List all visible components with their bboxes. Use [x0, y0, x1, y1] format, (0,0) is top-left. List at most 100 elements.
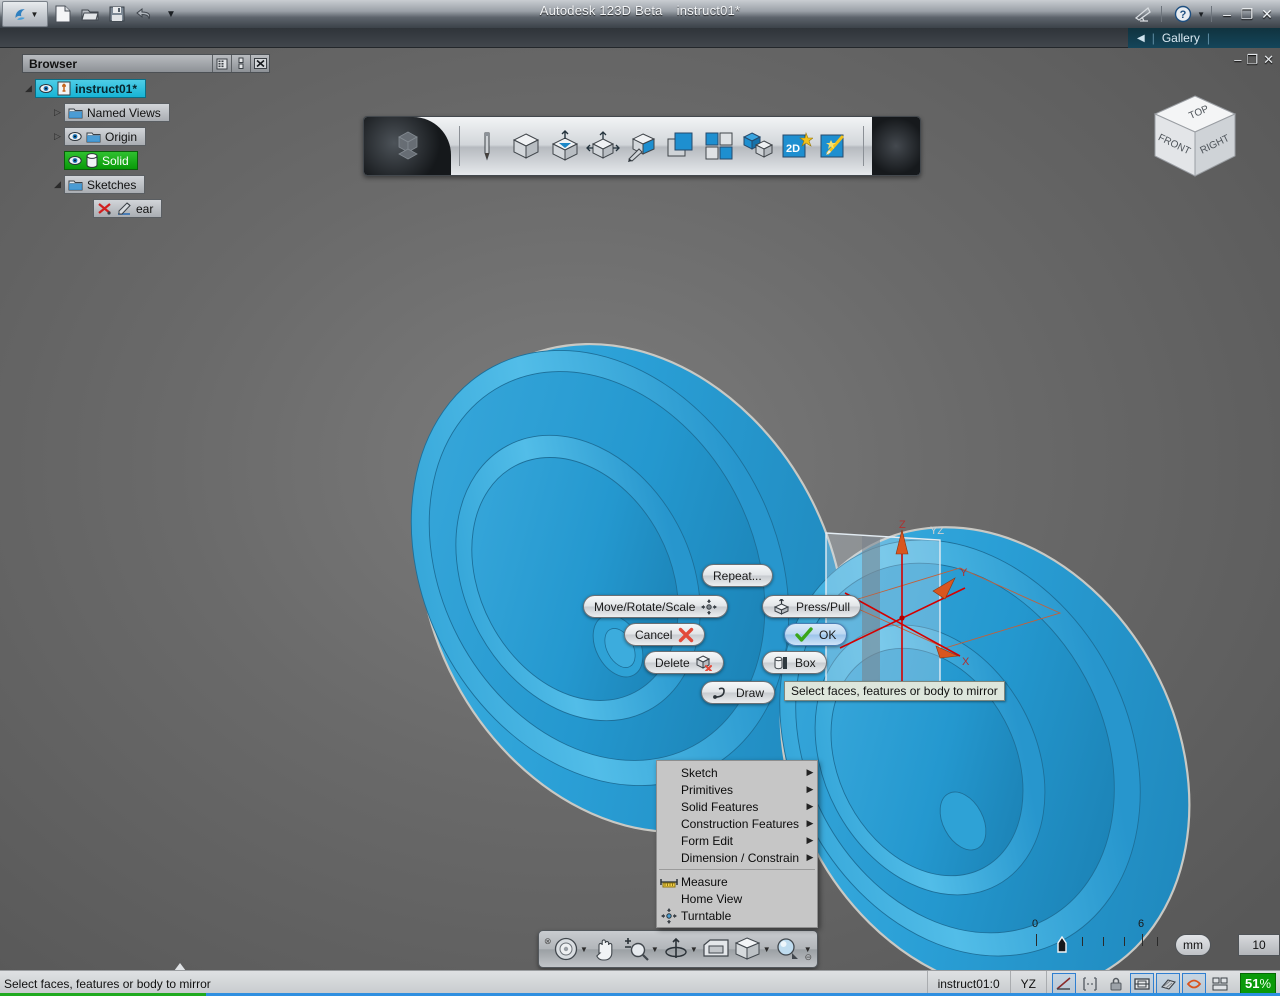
close-button[interactable]: ✕ [1258, 6, 1276, 23]
viewport-minimize-button[interactable]: – [1234, 52, 1241, 68]
2d-drawing-tool[interactable]: 2D [777, 124, 816, 168]
solid-features-tool[interactable] [545, 124, 584, 168]
restore-button[interactable]: ❐ [1238, 6, 1256, 23]
smart-tool[interactable] [816, 124, 855, 168]
move-rotate-scale-button[interactable]: Move/Rotate/Scale [583, 595, 729, 618]
combine-tool[interactable] [661, 124, 700, 168]
help-chevron-down-icon[interactable]: ▼ [1197, 10, 1205, 19]
viewport-scroll-nub[interactable] [130, 961, 230, 970]
tree-item-sketches-label[interactable]: Sketches [64, 175, 146, 194]
tree-twisty-icon[interactable]: ▷ [51, 107, 64, 118]
zoom-button[interactable]: ▼ [622, 936, 659, 962]
ruler-slider-handle[interactable] [1056, 936, 1068, 954]
title-bar: ▼ ▼ Autodesk 123D Beta instruct01* ? ▼ –… [0, 0, 1280, 28]
gallery-label[interactable]: Gallery [1162, 31, 1200, 45]
undo-button[interactable] [132, 2, 156, 26]
new-button[interactable] [51, 2, 75, 26]
chevron-down-icon[interactable]: ▼ [763, 945, 771, 954]
cancel-button[interactable]: Cancel [624, 623, 706, 646]
ruler-gridsize-field[interactable]: 10 [1238, 934, 1280, 956]
tree-item-named-views[interactable]: ▷ Named Views [22, 102, 270, 123]
box-button[interactable]: Box [762, 651, 827, 674]
tree-item-instruct01-label[interactable]: instruct01* [35, 79, 147, 98]
sketch-tool[interactable] [468, 124, 507, 168]
viewport-restore-button[interactable]: ❐ [1246, 52, 1258, 68]
construction-features-tool[interactable] [584, 124, 623, 168]
tree-item-origin[interactable]: ▷ Origin [22, 126, 270, 147]
zoom-level-indicator[interactable]: 51% [1239, 973, 1276, 994]
context-menu[interactable]: Sketch ▶ Primitives ▶ Solid Features ▶ Constru… [656, 760, 818, 928]
tree-item-sketches[interactable]: ◢ Sketches [22, 174, 270, 195]
browser-filter-icon[interactable] [212, 55, 231, 72]
primitives-tool[interactable] [507, 124, 546, 168]
collapse-left-icon[interactable]: ◀ [1137, 33, 1145, 44]
pattern-tool[interactable] [700, 124, 739, 168]
tree-item-instruct01[interactable]: ◢ instruct01* [22, 78, 270, 99]
repeat-button[interactable]: Repeat... [702, 564, 773, 587]
chevron-down-icon[interactable]: ▼ [580, 945, 588, 954]
customize-quickaccess-button[interactable]: ▼ [159, 2, 183, 26]
application-window: ▼ ▼ Autodesk 123D Beta instruct01* ? ▼ –… [0, 0, 1280, 996]
view-cube-svg[interactable]: TOP FRONT RIGHT [1140, 84, 1250, 194]
app-menu-button[interactable]: ▼ [2, 1, 48, 27]
gallery-panel-tab[interactable]: ◀ | Gallery | [1128, 28, 1280, 48]
snap-object-icon[interactable] [1181, 972, 1206, 995]
tree-item-solid-label[interactable]: Solid [64, 151, 138, 170]
view-cube-button[interactable]: ▼ [734, 936, 771, 962]
minimize-button[interactable]: – [1218, 6, 1236, 22]
browser-close-icon[interactable] [250, 55, 269, 72]
ctx-construction-features[interactable]: Construction Features ▶ [657, 815, 817, 832]
ctx-home-view[interactable]: Home View [657, 890, 817, 907]
snap-grid-icon[interactable] [1129, 972, 1154, 995]
snap-angle-icon[interactable] [1051, 972, 1076, 995]
tree-item-ear[interactable]: ear [22, 198, 270, 219]
ctx-primitives[interactable]: Primitives ▶ [657, 781, 817, 798]
ctx-measure[interactable]: Measure [657, 873, 817, 890]
steering-wheel-button[interactable]: ▼ [553, 936, 588, 962]
tree-item-ear-label[interactable]: ear [93, 199, 163, 218]
delete-button[interactable]: Delete [644, 651, 724, 674]
ctx-sketch[interactable]: Sketch ▶ [657, 764, 817, 781]
chevron-down-icon[interactable]: ▼ [690, 945, 698, 954]
tree-twisty-icon[interactable]: ◢ [22, 83, 35, 94]
snap-lock-icon[interactable] [1104, 973, 1128, 995]
ctx-dimension-constrain[interactable]: Dimension / Constrain ▶ [657, 849, 817, 866]
navbar-minimize-icon[interactable]: ⊖ [804, 952, 812, 963]
scale-ruler[interactable]: 0 6 mm 10 1 [1020, 918, 1280, 970]
help-icon[interactable]: ? [1171, 2, 1195, 26]
fit-view-button[interactable] [702, 937, 730, 961]
open-button[interactable] [78, 2, 102, 26]
ctx-turntable[interactable]: Turntable [657, 907, 817, 924]
display-mode-icon[interactable] [1208, 973, 1232, 995]
orbit-button[interactable]: ▼ [663, 936, 698, 962]
ctx-form-edit[interactable]: Form Edit ▶ [657, 832, 817, 849]
tree-item-named-views-label[interactable]: Named Views [64, 103, 170, 122]
form-edit-tool[interactable] [623, 124, 662, 168]
eye-icon[interactable] [39, 83, 53, 94]
chevron-down-icon[interactable]: ▼ [651, 945, 659, 954]
tree-twisty-icon[interactable]: ▷ [51, 131, 64, 142]
snap-length-icon[interactable] [1078, 973, 1102, 995]
ok-button[interactable]: OK [784, 623, 848, 646]
navbar-close-icon[interactable]: ⊗ [544, 936, 552, 947]
eye-icon[interactable] [68, 131, 82, 142]
snap-plane-icon[interactable] [1155, 972, 1180, 995]
viewport-3d[interactable]: Z Y X YZ – ❐ ✕ Browser ◢ instruct01* ▷ N… [0, 48, 1280, 970]
tree-item-solid[interactable]: Solid [22, 150, 270, 171]
browser-expand-icon[interactable] [231, 55, 250, 72]
group-tool[interactable] [739, 124, 778, 168]
draw-button[interactable]: Draw [701, 681, 776, 704]
z-axis-label: Z [899, 519, 906, 531]
pan-button[interactable] [592, 936, 618, 962]
view-cube[interactable]: TOP FRONT RIGHT [1140, 84, 1250, 194]
cube-logo-icon[interactable] [364, 117, 452, 175]
viewport-close-button[interactable]: ✕ [1263, 52, 1274, 68]
satellite-icon[interactable] [1131, 2, 1155, 26]
save-button[interactable] [105, 2, 129, 26]
press-pull-button[interactable]: Press/Pull [762, 595, 862, 618]
ruler-unit-button[interactable]: mm [1175, 934, 1211, 956]
tree-twisty-icon[interactable]: ◢ [51, 179, 64, 190]
ctx-solid-features[interactable]: Solid Features ▶ [657, 798, 817, 815]
tree-item-origin-label[interactable]: Origin [64, 127, 147, 146]
eye-icon[interactable] [68, 155, 82, 166]
